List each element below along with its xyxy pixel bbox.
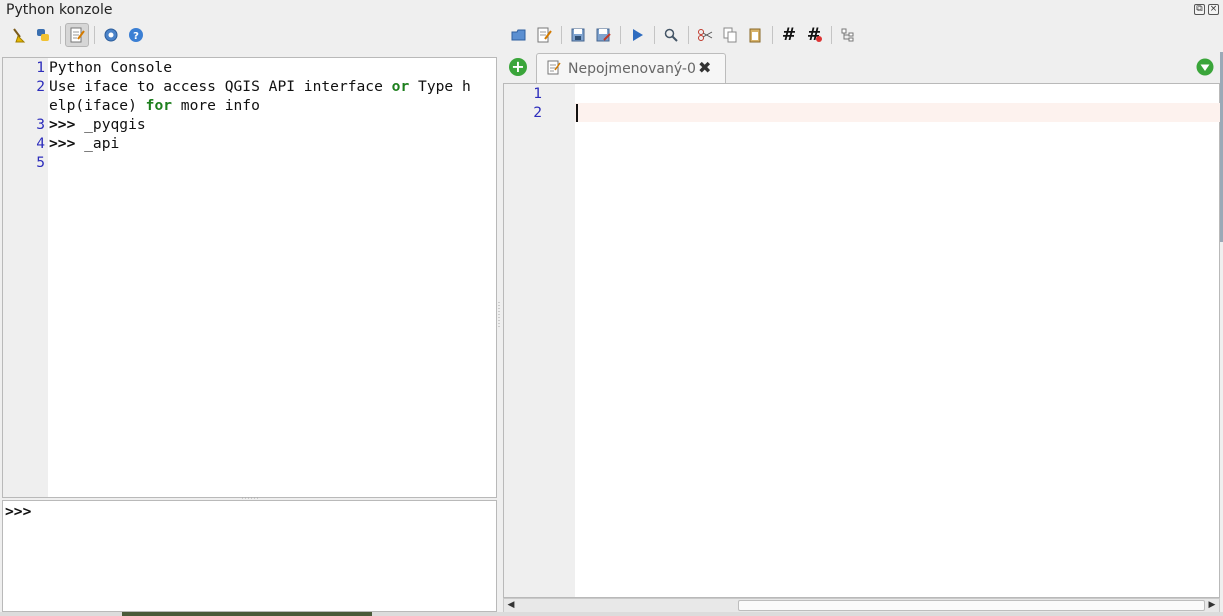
console-input[interactable]: >>> [2,500,497,612]
window-title: Python konzole [6,2,113,18]
tree-icon [841,28,854,42]
console-toolbar: ? [6,22,149,48]
editor-gutter [504,84,575,597]
uncomment-button[interactable]: # [802,23,826,47]
line-number: 4 [36,135,45,152]
console-line: Python Console [49,59,173,76]
editor-toolbar: # # [507,22,861,48]
toolbar-separator [620,26,621,44]
settings-button[interactable] [99,23,123,47]
python-console-window: Python konzole ⧉ × ? 1 2 3 4 5 Python Co… [0,0,1223,616]
paste-icon [749,28,761,43]
play-icon [633,29,643,41]
help-button[interactable]: ? [124,23,148,47]
line-number: 1 [533,85,542,102]
save-as-button[interactable] [591,23,615,47]
close-button[interactable]: × [1208,4,1219,15]
scroll-left-button[interactable]: ◀ [505,599,517,612]
line-number: 2 [533,104,542,121]
horizontal-scrollbar[interactable]: ◀ ▶ [503,598,1220,613]
tab-label: Nepojmenovaný-0 [568,61,696,77]
search-icon [664,28,678,42]
line-number: 1 [36,59,45,76]
toolbar-separator [561,26,562,44]
console-line: >>> _pyqgis [49,116,146,133]
object-inspector-button[interactable] [836,23,860,47]
clear-console-button[interactable] [6,23,30,47]
toolbar-separator [60,26,61,44]
paste-button[interactable] [743,23,767,47]
save-icon [571,28,585,42]
svg-text:?: ? [133,31,139,42]
tab-bar: + Nepojmenovaný-0 ✖ [503,52,1220,83]
run-script-button[interactable] [31,23,55,47]
scrollbar-thumb[interactable] [738,600,1205,611]
background-map-preview [122,612,372,616]
console-output[interactable]: 1 2 3 4 5 Python Console Use iface to ac… [2,57,497,498]
open-script-button[interactable] [507,23,531,47]
console-line: elp(iface) for more info [49,97,260,114]
title-bar: Python konzole ⧉ × [0,0,1223,22]
text-caret [576,104,578,122]
cut-button[interactable] [693,23,717,47]
document-icon [547,60,561,75]
add-tab-button[interactable]: + [509,58,527,76]
current-line-highlight [575,103,1220,122]
line-number: 5 [36,154,45,171]
run-script-button[interactable] [625,23,649,47]
close-tab-button[interactable]: ✖ [698,58,711,77]
editor-icon [70,27,85,43]
console-line: Use iface to access QGIS API interface o… [49,78,471,95]
hash-remove-icon: # [806,25,822,45]
remove-badge-icon [816,36,822,42]
save-button[interactable] [566,23,590,47]
find-button[interactable] [659,23,683,47]
edit-document-icon [537,27,552,43]
python-icon [37,29,49,41]
editor-area: + Nepojmenovaný-0 ✖ 1 2 ◀ ▶ [503,52,1220,613]
copy-button[interactable] [718,23,742,47]
toolbar-separator [688,26,689,44]
line-number: 2 [36,78,45,95]
folder-open-icon [511,29,526,41]
toolbar-separator [831,26,832,44]
float-button[interactable]: ⧉ [1194,4,1205,15]
save-as-icon [596,28,611,42]
scissors-icon [698,29,713,41]
code-editor[interactable]: 1 2 [503,83,1220,598]
scroll-right-button[interactable]: ▶ [1206,599,1218,612]
toolbar-separator [94,26,95,44]
splitter-handle[interactable] [498,300,501,330]
input-prompt: >>> [5,503,32,520]
toolbar-separator [654,26,655,44]
help-icon: ? [129,28,143,42]
gear-icon [104,28,118,42]
console-line: >>> _api [49,135,120,152]
hash-icon: # [781,25,797,45]
toolbar-separator [772,26,773,44]
broom-icon [13,28,26,43]
open-external-editor-button[interactable] [532,23,556,47]
tab-list-icon[interactable] [1196,58,1214,76]
tab-untitled[interactable]: Nepojmenovaný-0 ✖ [536,53,726,83]
comment-button[interactable]: # [777,23,801,47]
line-number: 3 [36,116,45,133]
copy-icon [723,27,737,43]
show-editor-button[interactable] [65,23,89,47]
